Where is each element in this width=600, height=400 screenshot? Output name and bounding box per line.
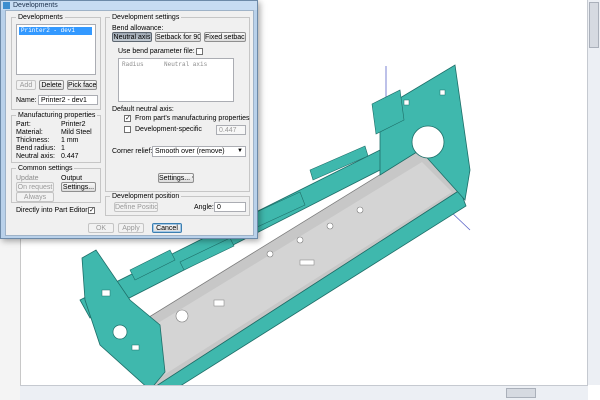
left-wall-slot — [101, 289, 111, 297]
apply-button[interactable]: Apply — [118, 223, 144, 233]
checkmark-icon: ✓ — [89, 207, 95, 214]
bend-parameter-table[interactable]: Radius Neutral axis — [118, 58, 234, 102]
angle-label: Angle: — [194, 204, 214, 211]
right-wall-hole — [411, 125, 445, 159]
name-field[interactable]: Printer2 - dev1 — [38, 95, 98, 105]
horizontal-scroll-thumb[interactable] — [506, 388, 536, 398]
neutral-axis-label: Neutral axis: — [16, 153, 55, 160]
floor-slot — [213, 299, 225, 307]
development-settings-button[interactable]: Settings... ▾ — [158, 173, 194, 183]
use-bend-parameter-file-label: Use bend parameter file: — [118, 48, 195, 55]
corner-relief-select[interactable]: Smooth over (remove) ▼ — [152, 146, 246, 157]
cancel-button[interactable]: Cancel — [152, 223, 182, 233]
from-part-properties-label: From part's manufacturing properties — [135, 115, 250, 122]
radius-column-header: Radius — [122, 61, 144, 68]
directly-into-part-editor-label: Directly into Part Editor: — [16, 207, 90, 214]
floor-hole — [175, 309, 189, 323]
manufacturing-group-title: Manufacturing properties — [16, 111, 98, 120]
dialog-title: Developments — [13, 2, 58, 9]
development-position-group-title: Development position — [110, 192, 182, 201]
on-request-button[interactable]: On request — [16, 182, 54, 192]
directly-into-part-editor-checkbox[interactable]: ✓ — [88, 207, 95, 214]
name-label: Name: — [16, 97, 37, 104]
floor-hole — [326, 222, 334, 230]
corner-relief-value: Smooth over (remove) — [155, 148, 225, 155]
neutral-axis-value: 0.447 — [61, 153, 79, 160]
dropdown-arrow-icon: ▼ — [237, 148, 243, 154]
neutral-axis-column-header: Neutral axis — [164, 61, 208, 68]
developments-dialog: Developments Developments Printer2 - dev… — [0, 0, 258, 239]
list-item[interactable]: Printer2 - dev1 — [19, 27, 92, 35]
developments-list[interactable]: Printer2 - dev1 — [16, 24, 96, 75]
settings-expand-icon: ▾ — [192, 175, 193, 182]
development-specific-label: Development-specific — [135, 126, 202, 133]
use-bend-parameter-file-checkbox[interactable] — [196, 48, 203, 55]
vertical-scrollbar[interactable] — [587, 0, 600, 385]
common-settings-button[interactable]: Settings... — [61, 182, 96, 192]
tab-setback-90[interactable]: Setback for 90° — [155, 32, 201, 42]
corner-relief-label: Corner relief: — [112, 148, 153, 155]
checkmark-icon: ✓ — [125, 115, 131, 122]
app-icon — [3, 2, 10, 9]
floor-hole — [356, 206, 364, 214]
define-position-button[interactable]: Define Position — [114, 202, 158, 212]
floor-hole — [296, 236, 304, 244]
tab-neutral-axis[interactable]: Neutral axis — [112, 32, 152, 42]
ok-button[interactable]: OK — [88, 223, 114, 233]
angle-field[interactable]: 0 — [214, 202, 246, 212]
dialog-titlebar[interactable]: Developments — [1, 1, 257, 10]
add-button[interactable]: Add — [16, 80, 36, 90]
developments-group-title: Developments — [16, 13, 65, 22]
vertical-scroll-thumb[interactable] — [589, 2, 599, 48]
dialog-client-area: Developments Printer2 - dev1 Add Delete … — [5, 10, 254, 236]
settings-button-label: Settings... — [159, 175, 191, 182]
left-wall-hole — [112, 324, 128, 340]
development-specific-checkbox[interactable] — [124, 126, 131, 133]
right-wall-slot — [439, 89, 446, 96]
right-wall-slot — [403, 99, 410, 106]
delete-button[interactable]: Delete — [39, 80, 64, 90]
common-settings-group-title: Common settings — [16, 164, 75, 173]
left-wall-slot — [131, 344, 140, 351]
default-neutral-axis-label: Default neutral axis: — [112, 106, 174, 113]
pick-face-button[interactable]: Pick face — [67, 80, 97, 90]
from-part-properties-checkbox[interactable]: ✓ — [124, 115, 131, 122]
horizontal-scrollbar[interactable] — [20, 385, 588, 400]
tab-fixed-setback[interactable]: Fixed setback — [204, 32, 246, 42]
always-button[interactable]: Always — [16, 192, 54, 202]
development-settings-group-title: Development settings — [110, 13, 182, 22]
development-specific-value[interactable]: 0.447 — [216, 125, 246, 135]
floor-hole — [266, 250, 274, 258]
floor-slot — [299, 259, 315, 266]
